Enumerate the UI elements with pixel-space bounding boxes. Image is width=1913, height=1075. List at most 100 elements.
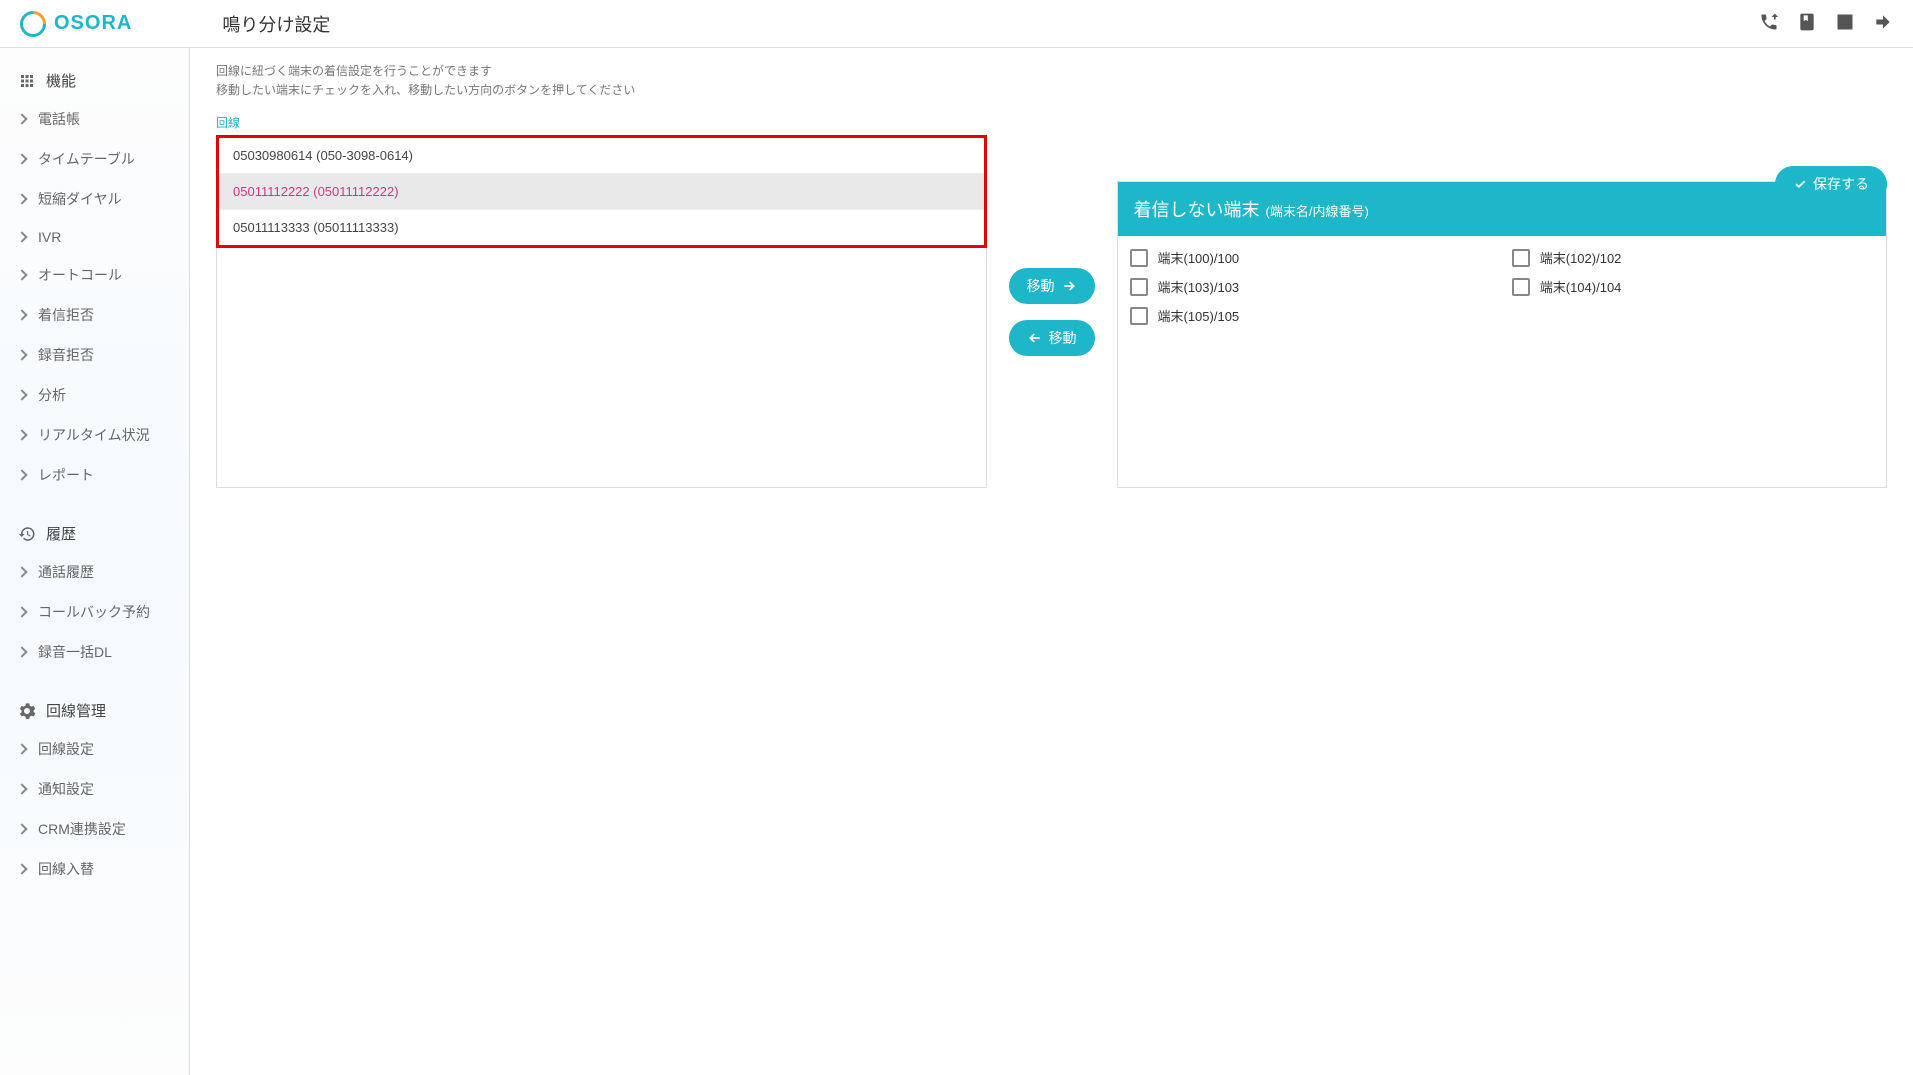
sidebar-item-autocall[interactable]: オートコール	[0, 255, 189, 295]
terminal-checkbox[interactable]	[1512, 249, 1530, 267]
sidebar-section-linemgmt: 回線管理	[0, 692, 189, 729]
move-left-button[interactable]: 移動	[1009, 320, 1095, 356]
sidebar-section-history: 履歴	[0, 515, 189, 552]
content-area: 回線に紐づく端末の着信設定を行うことができます 移動したい端末にチェックを入れ、…	[190, 48, 1913, 1075]
chevron-right-icon	[16, 113, 27, 124]
chevron-right-icon	[16, 349, 27, 360]
app-header: OSORA 鳴り分け設定	[0, 0, 1913, 48]
brand-logo[interactable]: OSORA	[20, 11, 132, 37]
sidebar-item-ivr[interactable]: IVR	[0, 219, 189, 255]
sidebar-item-label: コールバック予約	[38, 602, 150, 622]
sidebar-item-recblock[interactable]: 録音拒否	[0, 335, 189, 375]
account-icon[interactable]	[1835, 12, 1855, 35]
sidebar-item-label: 電話帳	[38, 109, 80, 129]
apps-icon	[18, 72, 36, 90]
terminal-item[interactable]: 端末(102)/102	[1512, 248, 1874, 267]
sidebar-item-label: 回線入替	[38, 859, 94, 879]
terminal-checkbox[interactable]	[1130, 249, 1148, 267]
sidebar-item-report[interactable]: レポート	[0, 455, 189, 495]
sidebar-section-title: 機能	[46, 70, 76, 91]
right-panel-header: 着信しない端末 (端末名/内線番号)	[1118, 182, 1887, 236]
line-option[interactable]: 05011112222 (05011112222)	[219, 174, 984, 210]
line-label: 回線	[216, 114, 1887, 131]
sidebar-item-timetable[interactable]: タイムテーブル	[0, 139, 189, 179]
chevron-right-icon	[16, 389, 27, 400]
save-button[interactable]: 保存する	[1775, 166, 1887, 202]
terminal-item[interactable]: 端末(104)/104	[1512, 277, 1874, 296]
desc-line: 移動したい端末にチェックを入れ、移動したい方向のボタンを押してください	[216, 81, 1887, 100]
chevron-right-icon	[16, 783, 27, 794]
terminal-checkbox[interactable]	[1130, 307, 1148, 325]
chevron-right-icon	[16, 429, 27, 440]
sidebar-item-label: リアルタイム状況	[38, 425, 150, 445]
sidebar-section-title: 回線管理	[46, 700, 106, 721]
sidebar: 機能 電話帳 タイムテーブル 短縮ダイヤル IVR オートコール 着信拒否 録音…	[0, 48, 190, 1075]
sidebar-item-crm[interactable]: CRM連携設定	[0, 809, 189, 849]
terminal-label: 端末(102)/102	[1540, 248, 1622, 267]
sidebar-item-label: オートコール	[38, 265, 122, 285]
chevron-right-icon	[16, 566, 27, 577]
sidebar-item-recdl[interactable]: 録音一括DL	[0, 632, 189, 672]
sidebar-item-blocklist[interactable]: 着信拒否	[0, 295, 189, 335]
sidebar-item-realtime[interactable]: リアルタイム状況	[0, 415, 189, 455]
sidebar-item-label: タイムテーブル	[38, 149, 135, 169]
sidebar-item-callback[interactable]: コールバック予約	[0, 592, 189, 632]
desc-line: 回線に紐づく端末の着信設定を行うことができます	[216, 62, 1887, 81]
terminal-label: 端末(100)/100	[1158, 248, 1240, 267]
panel-subtitle: (端末名/内線番号)	[1266, 201, 1369, 220]
chevron-right-icon	[16, 606, 27, 617]
terminal-item[interactable]: 端末(103)/103	[1130, 277, 1492, 296]
gear-icon	[18, 702, 36, 720]
panel-title: 着信しない端末	[1134, 196, 1260, 222]
phone-settings-icon[interactable]	[1759, 12, 1779, 35]
sidebar-item-label: 短縮ダイヤル	[38, 189, 122, 209]
sidebar-item-label: 回線設定	[38, 739, 94, 759]
move-right-button[interactable]: 移動	[1009, 268, 1095, 304]
line-option[interactable]: 05011113333 (05011113333)	[219, 210, 984, 245]
sidebar-item-linesettings[interactable]: 回線設定	[0, 729, 189, 769]
terminal-label: 端末(105)/105	[1158, 306, 1240, 325]
chevron-right-icon	[16, 309, 27, 320]
chevron-right-icon	[16, 469, 27, 480]
line-option[interactable]: 05030980614 (050-3098-0614)	[219, 138, 984, 174]
chevron-right-icon	[16, 193, 27, 204]
page-title: 鳴り分け設定	[222, 11, 330, 37]
sidebar-item-label: レポート	[38, 465, 94, 485]
move-button-label: 移動	[1049, 328, 1077, 348]
terminal-label: 端末(104)/104	[1540, 277, 1622, 296]
sidebar-item-notify[interactable]: 通知設定	[0, 769, 189, 809]
terminal-item[interactable]: 端末(105)/105	[1130, 306, 1492, 325]
book-icon[interactable]	[1797, 12, 1817, 35]
sidebar-item-label: 通知設定	[38, 779, 94, 799]
sidebar-item-label: IVR	[38, 229, 61, 245]
forward-icon[interactable]	[1873, 12, 1893, 35]
chevron-right-icon	[16, 269, 27, 280]
chevron-right-icon	[16, 863, 27, 874]
sidebar-item-phonebook[interactable]: 電話帳	[0, 99, 189, 139]
sidebar-section-features: 機能	[0, 62, 189, 99]
terminal-checkbox[interactable]	[1130, 278, 1148, 296]
sidebar-item-analytics[interactable]: 分析	[0, 375, 189, 415]
line-select[interactable]: 05030980614 (050-3098-0614) 05011112222 …	[216, 135, 987, 248]
sidebar-item-label: 着信拒否	[38, 305, 94, 325]
sidebar-item-label: 録音拒否	[38, 345, 94, 365]
terminal-item[interactable]: 端末(100)/100	[1130, 248, 1492, 267]
terminal-label: 端末(103)/103	[1158, 277, 1240, 296]
chevron-right-icon	[16, 646, 27, 657]
sidebar-item-label: CRM連携設定	[38, 819, 126, 839]
right-panel: 着信しない端末 (端末名/内線番号) 端末(100)/100 端末(102)/1…	[1117, 181, 1888, 488]
logo-icon	[15, 5, 52, 42]
sidebar-item-calllog[interactable]: 通話履歴	[0, 552, 189, 592]
terminal-checkbox[interactable]	[1512, 278, 1530, 296]
check-icon	[1793, 177, 1807, 191]
move-button-label: 移動	[1027, 276, 1055, 296]
save-button-label: 保存する	[1813, 174, 1869, 194]
chevron-right-icon	[16, 743, 27, 754]
arrow-left-icon	[1027, 330, 1043, 346]
chevron-right-icon	[16, 153, 27, 164]
sidebar-item-speeddial[interactable]: 短縮ダイヤル	[0, 179, 189, 219]
sidebar-item-lineswap[interactable]: 回線入替	[0, 849, 189, 889]
chevron-right-icon	[16, 231, 27, 242]
page-description: 回線に紐づく端末の着信設定を行うことができます 移動したい端末にチェックを入れ、…	[216, 62, 1887, 100]
chevron-right-icon	[16, 823, 27, 834]
